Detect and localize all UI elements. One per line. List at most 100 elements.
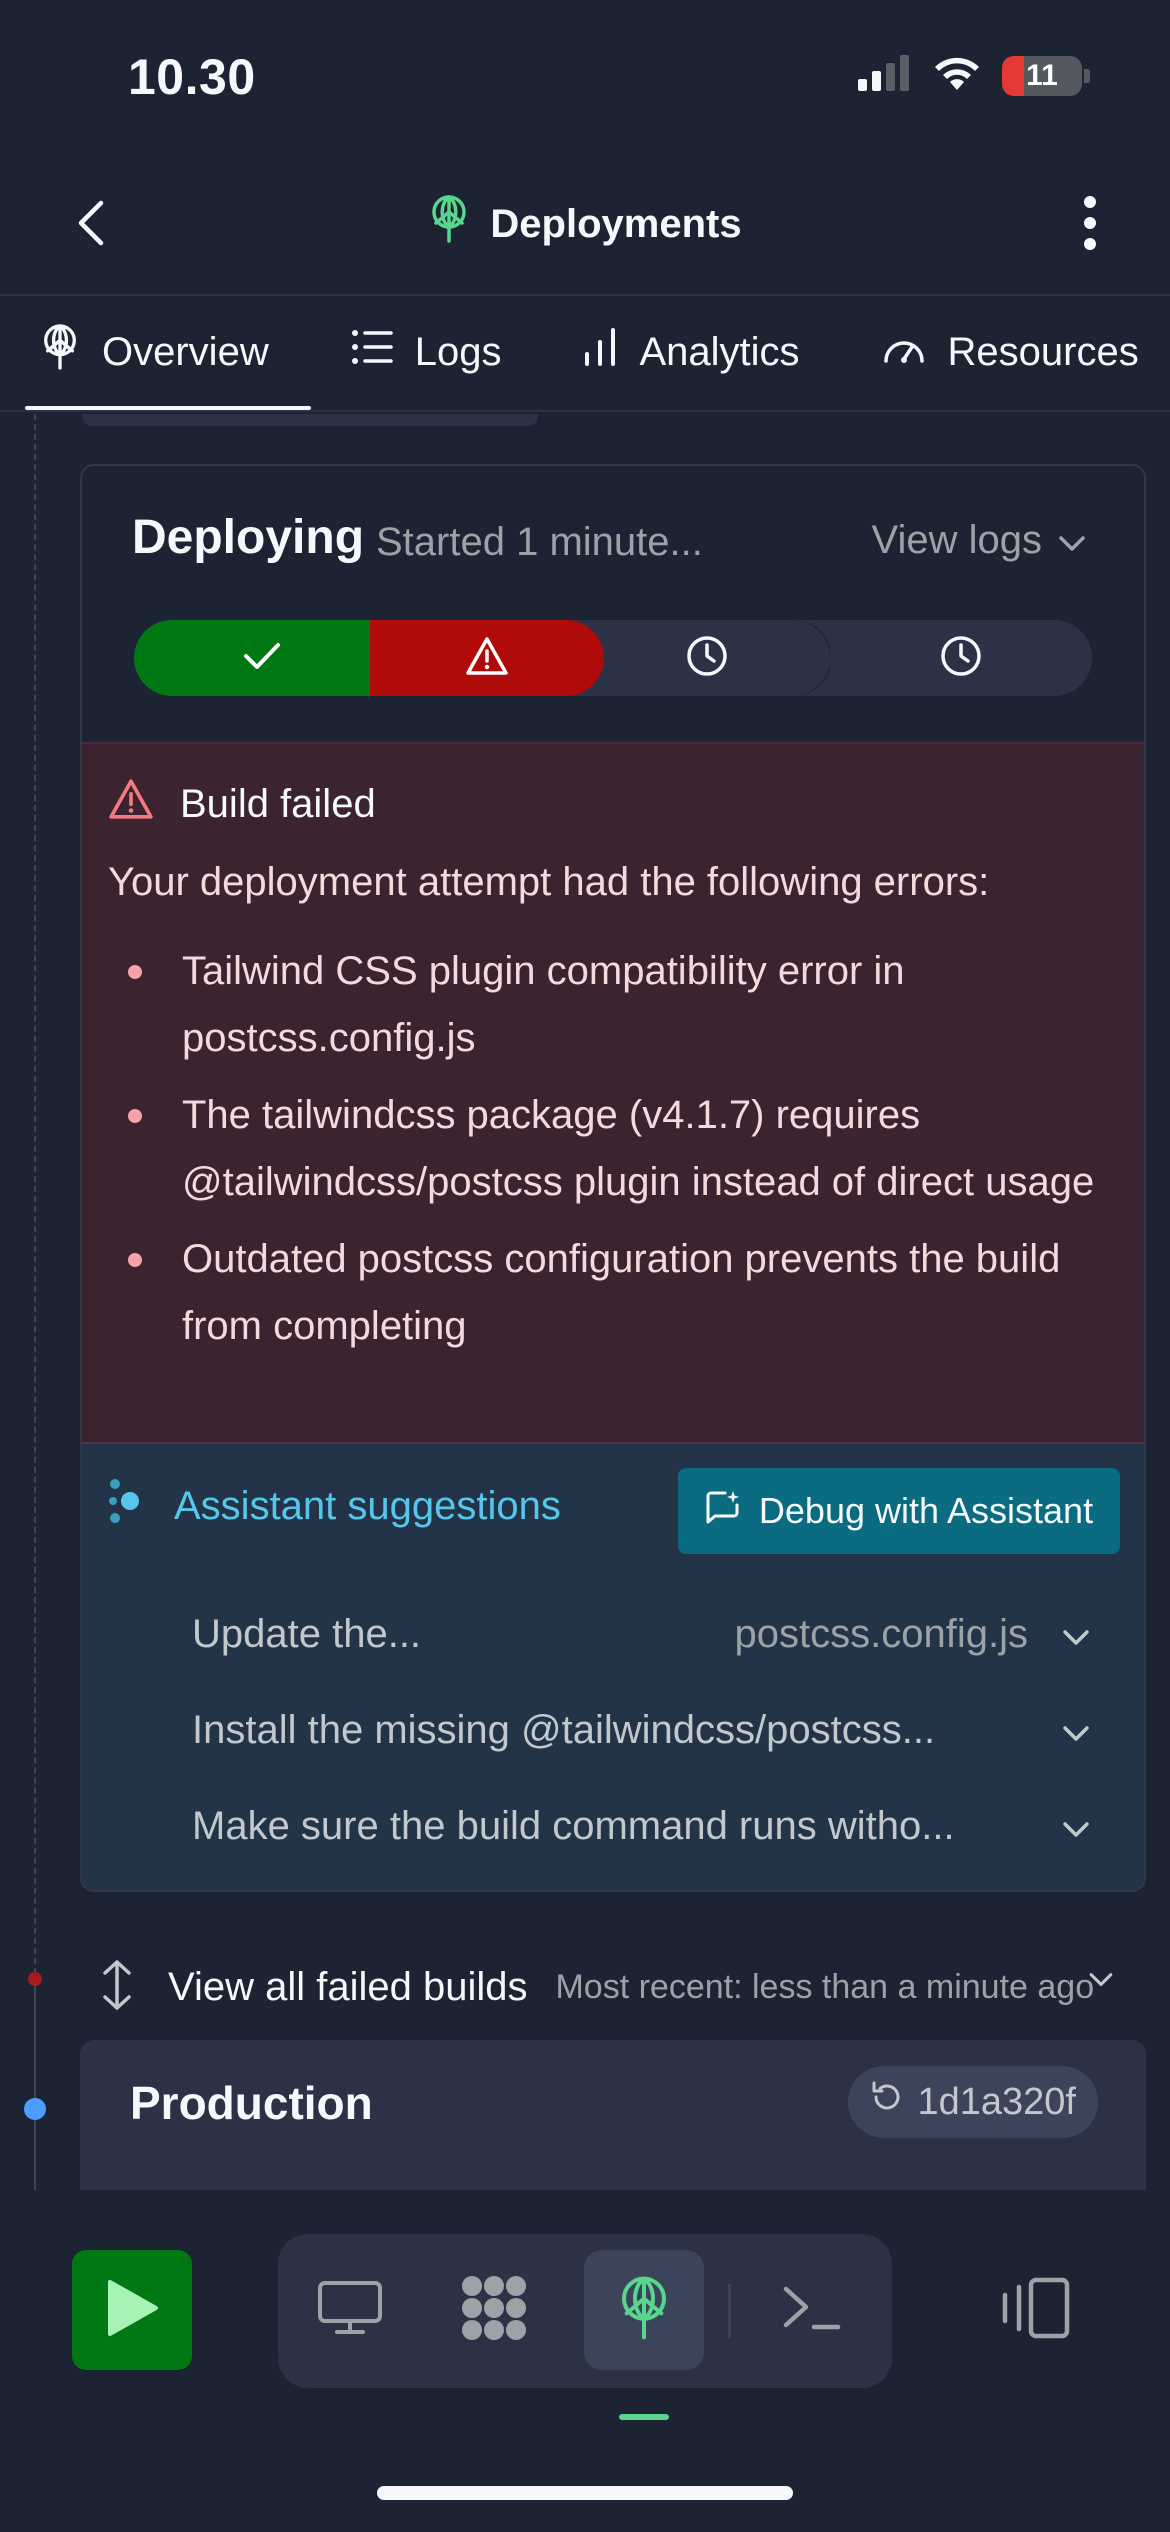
deployment-status: Deploying [132,511,365,564]
suggestion-text: Install the missing @tailwindcss/postcss… [192,1707,936,1752]
deployment-progress [134,620,1092,696]
commit-hash: 1d1a320f [917,2080,1077,2123]
step-done [134,620,390,696]
screen: 10.30 11 Deployments Overview Logs Analy… [0,0,1170,2532]
warning-icon [465,636,509,681]
production-title: Production [130,2077,373,2129]
step-failed [370,620,604,696]
status-bar: 10.30 11 [0,0,1170,150]
error-item: Tailwind CSS plugin compatibility error … [108,938,1128,1072]
production-card[interactable]: Production 1d1a320f [80,2040,1146,2190]
chevron-down-icon [1088,1972,1114,1993]
tool-switcher [278,2234,892,2388]
clock-icon [939,634,983,683]
more-menu-button[interactable] [1060,190,1120,260]
commit-badge[interactable]: 1d1a320f [847,2066,1098,2138]
error-item: Outdated postcss configuration prevents … [108,1226,1128,1360]
tab-label: Resources [947,329,1139,374]
deployments-timeline: Deploying Started 1 minute... View logs [0,414,1170,2190]
assistant-suggestions: Assistant suggestions Debug with Assista… [82,1444,1144,1890]
bottom-toolbar [0,2190,1170,2532]
toolbar-divider [728,2284,731,2338]
clock-icon [685,634,729,683]
tab-bar: Overview Logs Analytics Resources [0,296,1170,412]
status-icons: 11 [858,54,1090,97]
debug-button-label: Debug with Assistant [758,1490,1094,1531]
deployments-icon [616,2273,672,2348]
step-pending [584,620,830,696]
failed-builds-label: View all failed builds [168,1964,528,2009]
bar-chart-icon [583,328,617,376]
check-icon [242,641,282,676]
panels-button[interactable] [990,2250,1080,2370]
status-time: 10.30 [128,49,256,105]
signal-icon [858,55,912,96]
view-failed-builds-row[interactable]: View all failed builds Most recent: less… [100,1932,1170,2042]
error-list: Tailwind CSS plugin compatibility error … [108,938,1128,1370]
chevron-down-icon [1062,1804,1090,1849]
view-logs-button[interactable]: View logs [872,518,1086,563]
chevron-down-icon [1062,1612,1090,1657]
tab-overview[interactable]: Overview [0,296,311,410]
play-icon [104,2278,160,2343]
more-vertical-icon [1083,195,1097,256]
suggestion-file: postcss.config.js [734,1611,1028,1656]
deployments-icon [428,195,470,253]
deployments-icon [40,324,80,380]
suggestion-item[interactable]: Install the missing @tailwindcss/postcss… [192,1682,1090,1778]
gauge-icon [882,330,926,375]
tab-label: Overview [102,329,269,374]
home-indicator[interactable] [377,2486,793,2500]
error-item: The tailwindcss package (v4.1.7) require… [108,1082,1128,1216]
previous-card-edge [82,414,538,426]
timeline-dot-failed [28,1972,42,1986]
preview-tool-button[interactable] [290,2250,410,2370]
assistant-title: Assistant suggestions [108,1478,561,1534]
workspace-tool-button[interactable] [434,2250,554,2370]
warning-icon [108,778,154,830]
assistant-icon [108,1478,144,1534]
deployment-header: Deploying Started 1 minute... View logs [82,466,1144,742]
suggestion-item[interactable]: Update the... postcss.config.js [192,1586,1090,1682]
shell-tool-button[interactable] [752,2250,872,2370]
timeline-line [34,414,36,1974]
tab-logs[interactable]: Logs [311,296,544,408]
list-icon [351,329,393,375]
view-logs-label: View logs [871,518,1042,562]
page-title-group: Deployments [0,195,1170,253]
assistant-title-text: Assistant suggestions [174,1483,561,1528]
deployment-started: Started 1 minute... [376,520,703,564]
build-error-block: Build failed Your deployment attempt had… [82,742,1144,1444]
debug-with-assistant-button[interactable]: Debug with Assistant [678,1468,1120,1554]
timeline-dot-production [24,2098,46,2120]
suggestion-item[interactable]: Make sure the build command runs witho..… [192,1778,1090,1874]
tab-resources[interactable]: Resources [842,296,1170,408]
wifi-icon [932,54,982,97]
rollback-icon [870,2080,904,2124]
chat-sparkle-icon [705,1489,741,1534]
chevron-down-icon [1058,518,1086,563]
suggestion-text: Make sure the build command runs witho..… [192,1803,955,1848]
failed-builds-meta: Most recent: less than a minute ago [555,1967,1095,2006]
error-intro: Your deployment attempt had the followin… [108,860,990,904]
workspace-icon [458,2272,530,2349]
monitor-icon [317,2280,383,2341]
suggestion-text: Update the... [192,1611,422,1656]
page-title: Deployments [490,201,742,246]
active-tool-indicator [619,2414,669,2420]
tab-analytics[interactable]: Analytics [543,296,841,408]
run-button[interactable] [72,2250,192,2370]
battery-text: 11 [1026,58,1058,92]
terminal-icon [782,2283,842,2338]
deployments-tool-button[interactable] [584,2250,704,2370]
timeline-line-solid [34,1974,36,2190]
battery-level: 11 [1002,55,1082,96]
error-title-text: Build failed [180,781,376,826]
chevron-down-icon [1062,1708,1090,1753]
deployment-card: Deploying Started 1 minute... View logs [80,464,1146,1892]
tab-label: Logs [414,329,502,374]
tab-label: Analytics [639,329,800,374]
panels-icon [999,2277,1071,2344]
error-title: Build failed [108,778,376,830]
step-pending [830,620,1092,696]
